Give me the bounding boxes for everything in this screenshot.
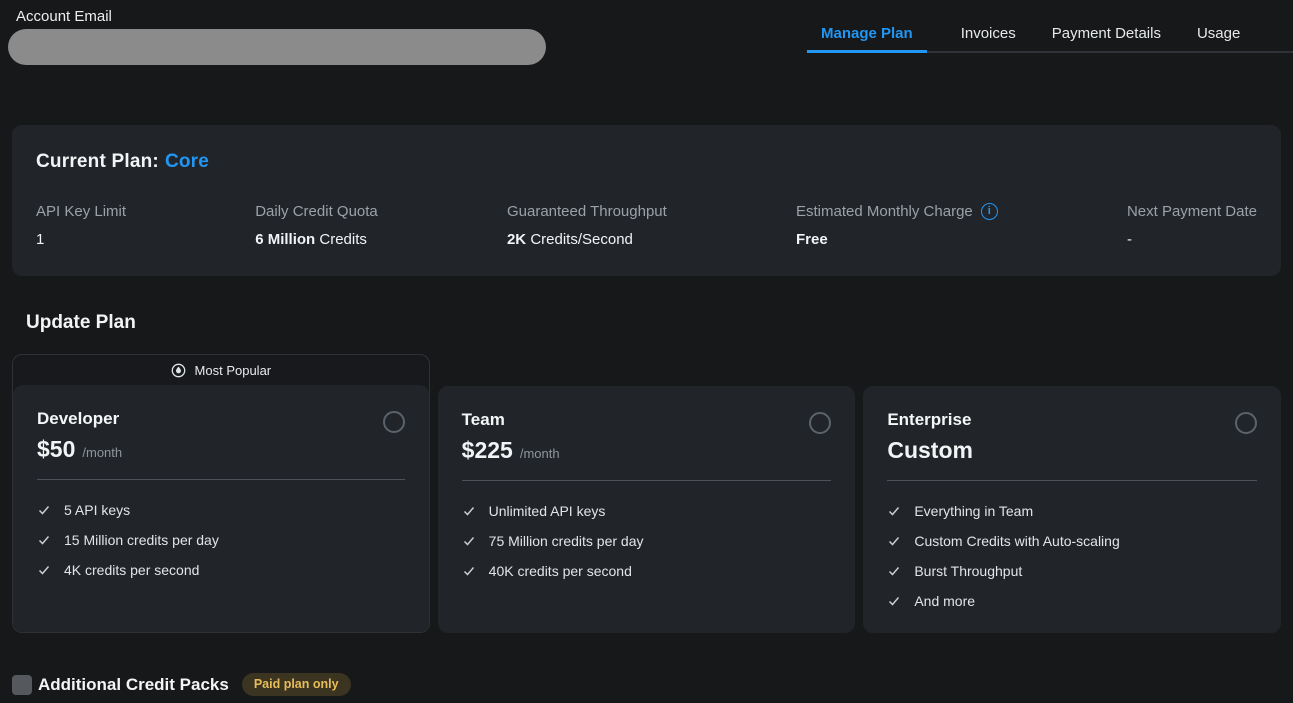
feature-item: Custom Credits with Auto-scaling (887, 526, 1257, 556)
stat-estimated-monthly-charge: Estimated Monthly Charge i Free (796, 203, 998, 248)
feature-item: Unlimited API keys (462, 496, 832, 526)
plan-enterprise-wrapper: Enterprise Custom Everything in Team Cus… (863, 386, 1281, 633)
stat-next-payment-date: Next Payment Date - (1127, 203, 1257, 248)
most-popular-banner: Most Popular (13, 355, 429, 385)
feature-item: 75 Million credits per day (462, 526, 832, 556)
plan-card-enterprise[interactable]: Enterprise Custom Everything in Team Cus… (863, 386, 1281, 633)
plan-card-team[interactable]: Team $225 /month Unlimited API keys 75 M… (438, 386, 856, 633)
current-plan-name: Core (165, 151, 209, 172)
divider (37, 479, 405, 480)
plan-selector: Most Popular Developer $50 /month 5 API … (12, 354, 1281, 633)
check-icon (462, 564, 476, 578)
check-icon (887, 564, 901, 578)
check-icon (37, 563, 51, 577)
flame-icon (171, 363, 186, 378)
plan-card-developer[interactable]: Developer $50 /month 5 API keys 15 Milli… (13, 385, 429, 632)
feature-item: 40K credits per second (462, 556, 832, 586)
plan-name: Enterprise (887, 410, 980, 430)
current-plan-card: Current Plan: Core API Key Limit 1 Daily … (12, 125, 1281, 276)
current-plan-title-prefix: Current Plan: (36, 151, 159, 172)
update-plan-heading: Update Plan (26, 312, 1293, 334)
stat-api-key-limit: API Key Limit 1 (36, 203, 126, 248)
feature-item: 15 Million credits per day (37, 525, 405, 555)
feature-item: And more (887, 586, 1257, 616)
account-email-label: Account Email (8, 8, 546, 25)
check-icon (37, 503, 51, 517)
info-icon[interactable]: i (981, 203, 998, 220)
additional-credit-packs-row: Additional Credit Packs Paid plan only (12, 673, 1293, 696)
account-email-field[interactable] (8, 29, 546, 65)
check-icon (887, 504, 901, 518)
plan-radio-team[interactable] (809, 412, 831, 434)
stat-guaranteed-throughput: Guaranteed Throughput 2K Credits/Second (507, 203, 667, 248)
credit-packs-label: Additional Credit Packs (38, 675, 229, 695)
plan-price: $225 (462, 437, 513, 464)
plan-radio-developer[interactable] (383, 411, 405, 433)
page-header: Account Email Manage Plan Invoices Payme… (0, 0, 1293, 65)
most-popular-label: Most Popular (195, 363, 272, 378)
plan-name: Developer (37, 409, 122, 429)
tab-payment-details[interactable]: Payment Details (1050, 25, 1163, 51)
feature-item: 5 API keys (37, 495, 405, 525)
paid-plan-only-badge: Paid plan only (242, 673, 351, 696)
current-plan-stats: API Key Limit 1 Daily Credit Quota 6 Mil… (36, 203, 1257, 248)
divider (887, 480, 1257, 481)
tab-usage[interactable]: Usage (1195, 25, 1242, 51)
feature-item: 4K credits per second (37, 555, 405, 585)
check-icon (887, 594, 901, 608)
current-plan-title: Current Plan: Core (36, 151, 1257, 173)
check-icon (37, 533, 51, 547)
stat-daily-credit-quota: Daily Credit Quota 6 Million Credits (255, 203, 378, 248)
feature-item: Everything in Team (887, 496, 1257, 526)
check-icon (462, 534, 476, 548)
account-email-block: Account Email (8, 8, 546, 65)
plan-price: $50 (37, 436, 75, 463)
plan-period: /month (82, 445, 122, 460)
tab-bar: Manage Plan Invoices Payment Details Usa… (807, 0, 1293, 53)
credit-packs-checkbox[interactable] (12, 675, 32, 695)
plan-team-wrapper: Team $225 /month Unlimited API keys 75 M… (438, 386, 856, 633)
plan-period: /month (520, 446, 560, 461)
plan-radio-enterprise[interactable] (1235, 412, 1257, 434)
tab-manage-plan[interactable]: Manage Plan (807, 25, 927, 53)
tab-invoices[interactable]: Invoices (959, 25, 1018, 51)
feature-item: Burst Throughput (887, 556, 1257, 586)
plan-developer-wrapper: Most Popular Developer $50 /month 5 API … (12, 354, 430, 633)
check-icon (887, 534, 901, 548)
check-icon (462, 504, 476, 518)
divider (462, 480, 832, 481)
plan-name: Team (462, 410, 560, 430)
plan-price: Custom (887, 437, 973, 464)
